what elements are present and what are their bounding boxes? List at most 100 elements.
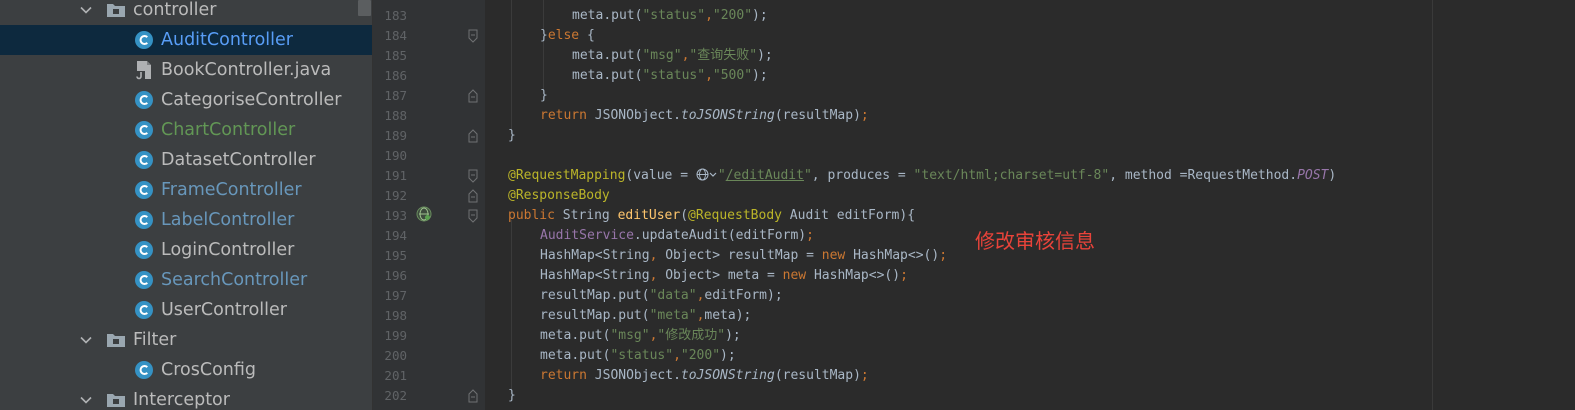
code-line-199[interactable]: meta.put("msg","修改成功");	[540, 326, 741, 346]
tree-item-label-controller[interactable]: LabelController	[0, 205, 373, 235]
code-token: ,	[673, 348, 681, 363]
tree-folder-controller[interactable]: controller	[0, 0, 373, 25]
code-line-197[interactable]: resultMap.put("data",editForm);	[540, 286, 783, 306]
code-token: toJSONString	[680, 108, 775, 123]
fold-marker-icon[interactable]	[467, 189, 479, 203]
indent-guide	[543, 40, 544, 90]
code-line-186[interactable]: meta.put("status","500");	[572, 66, 768, 86]
java-file-icon	[134, 60, 154, 80]
tree-item-cros-config[interactable]: CrosConfig	[0, 355, 373, 385]
tree-item-label: controller	[133, 0, 217, 20]
line-number: 202	[384, 388, 407, 403]
line-number: 200	[384, 348, 407, 363]
code-token: new	[821, 248, 846, 263]
code-token: "查询失败"	[689, 48, 758, 63]
code-token: Audit editForm){	[781, 208, 916, 223]
chevron-down-icon[interactable]	[80, 4, 92, 16]
code-token: Object>	[657, 268, 728, 283]
code-token: HashMap<String	[540, 268, 650, 283]
code-token: @RequestBody	[688, 208, 782, 223]
code-line-192[interactable]: @ResponseBody	[508, 186, 610, 206]
java-class-icon	[134, 90, 154, 110]
chevron-down-icon[interactable]	[80, 394, 92, 406]
code-token: );	[735, 308, 752, 323]
code-token: (resultMap)	[774, 368, 861, 383]
fold-marker-icon[interactable]	[467, 209, 479, 223]
line-number: 183	[384, 8, 407, 23]
java-class-icon	[134, 210, 154, 230]
code-line-196[interactable]: HashMap<String, Object> meta = new HashM…	[540, 266, 908, 286]
fold-marker-icon[interactable]	[467, 169, 479, 183]
code-token: .put(	[610, 288, 650, 303]
code-line-189[interactable]: }	[508, 126, 516, 146]
code-token: "200"	[680, 348, 721, 363]
code-line-202[interactable]: }	[508, 386, 516, 406]
code-line-184[interactable]: }else {	[540, 26, 595, 46]
code-line-185[interactable]: meta.put("msg","查询失败");	[572, 46, 773, 66]
web-endpoint-gutter-icon[interactable]	[416, 206, 432, 222]
java-class-icon	[134, 360, 154, 380]
tree-item-categorise-controller[interactable]: CategoriseController	[0, 85, 373, 115]
code-token: .put(	[603, 68, 643, 83]
tree-item-login-controller[interactable]: LoginController	[0, 235, 373, 265]
chevron-down-icon[interactable]	[80, 334, 92, 346]
line-number: 199	[384, 328, 407, 343]
line-number: 187	[384, 88, 407, 103]
code-token: .put(	[603, 48, 643, 63]
java-class-icon	[134, 150, 154, 170]
code-token: );	[725, 328, 741, 343]
editor-gutter: 183 184 185 186 187 188 189 190 191 192 …	[373, 0, 485, 410]
code-line-191[interactable]: @RequestMapping(value = "/editAudit", pr…	[508, 166, 1336, 186]
code-editor[interactable]: meta.put("status","200"); }else { meta.p…	[485, 0, 1575, 410]
code-token: "text/html;charset=utf-8"	[913, 168, 1110, 183]
tree-item-label: SearchController	[161, 270, 308, 290]
tree-folder-filter[interactable]: Filter	[0, 325, 373, 355]
fold-marker-icon[interactable]	[467, 29, 479, 43]
code-line-198[interactable]: resultMap.put("meta",meta);	[540, 306, 751, 326]
fold-marker-icon[interactable]	[467, 129, 479, 143]
tree-item-frame-controller[interactable]: FrameController	[0, 175, 373, 205]
code-token: ;	[939, 248, 948, 263]
tree-item-label: LoginController	[161, 240, 295, 260]
tree-item-chart-controller[interactable]: ChartController	[0, 115, 373, 145]
code-line-201[interactable]: return JSONObject.toJSONString(resultMap…	[540, 366, 869, 386]
tree-item-book-controller-java[interactable]: BookController.java	[0, 55, 373, 85]
fold-marker-icon[interactable]	[467, 389, 479, 403]
globe-icon[interactable]	[696, 168, 718, 188]
code-token: (resultMap)	[774, 108, 861, 123]
code-token[interactable]: /editAudit	[726, 168, 804, 183]
code-line-200[interactable]: meta.put("status","200");	[540, 346, 736, 366]
indent-guide	[511, 220, 512, 390]
code-token: );	[757, 48, 773, 63]
tree-item-label: CategoriseController	[161, 90, 342, 110]
code-token: )	[1328, 168, 1337, 183]
tree-folder-interceptor[interactable]: Interceptor	[0, 385, 373, 410]
code-token: (	[680, 208, 689, 223]
line-number: 190	[384, 148, 407, 163]
code-token: }	[508, 128, 516, 143]
line-number: 194	[384, 228, 407, 243]
code-line-187[interactable]: }	[540, 86, 548, 106]
tree-item-user-controller[interactable]: UserController	[0, 295, 373, 325]
line-number: 184	[384, 28, 407, 43]
code-token: @RequestMapping	[508, 168, 626, 183]
tree-item-label: LabelController	[161, 210, 295, 230]
java-class-icon	[134, 30, 154, 50]
code-line-195[interactable]: HashMap<String, Object> resultMap = new …	[540, 246, 947, 266]
tree-item-dataset-controller[interactable]: DatasetController	[0, 145, 373, 175]
tree-item-audit-controller[interactable]: AuditController	[0, 25, 373, 55]
line-number: 198	[384, 308, 407, 323]
code-line-183[interactable]: meta.put("status","200");	[572, 6, 768, 26]
code-token: "status"	[642, 68, 706, 83]
code-line-188[interactable]: return JSONObject.toJSONString(resultMap…	[540, 106, 869, 126]
code-token: .put(	[571, 348, 611, 363]
code-token: @ResponseBody	[508, 188, 610, 203]
tree-item-search-controller[interactable]: SearchController	[0, 265, 373, 295]
tree-scrollbar-thumb[interactable]	[358, 0, 371, 16]
tree-item-label: AuditController	[161, 30, 293, 50]
fold-marker-icon[interactable]	[467, 89, 479, 103]
code-line-193[interactable]: public String editUser(@RequestBody Audi…	[508, 206, 915, 226]
code-token: );	[752, 68, 768, 83]
code-line-194[interactable]: AuditService.updateAudit(editForm);	[540, 226, 814, 246]
